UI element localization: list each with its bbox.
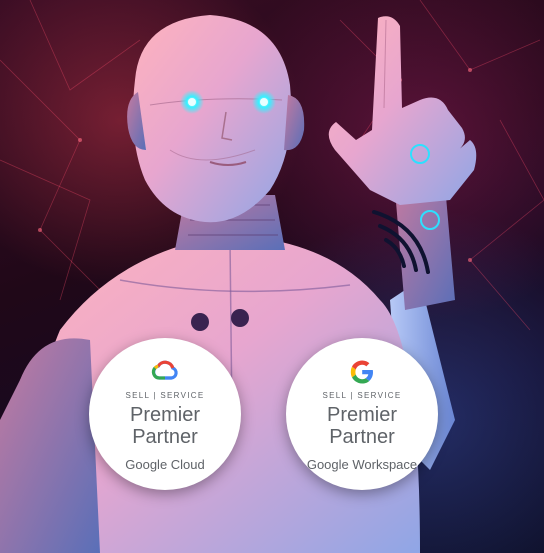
google-cloud-logo-icon xyxy=(151,360,178,380)
badge-tier: Premier Partner xyxy=(286,404,438,448)
google-cloud-premier-partner-badge: SELL | SERVICE Premier Partner Google Cl… xyxy=(89,338,241,490)
robot-illustration xyxy=(0,0,544,553)
google-workspace-premier-partner-badge: SELL | SERVICE Premier Partner Google Wo… xyxy=(286,338,438,490)
robot-left-arm xyxy=(0,338,100,553)
google-g-logo-icon xyxy=(350,360,373,384)
robot-hand-pointing xyxy=(328,16,477,206)
badge-tier: Premier Partner xyxy=(89,404,241,448)
hero-image: SELL | SERVICE Premier Partner Google Cl… xyxy=(0,0,544,553)
badge-tier-line2: Partner xyxy=(329,426,395,448)
badge-tier-line2: Partner xyxy=(132,426,198,448)
badge-product: Google Workspace xyxy=(306,457,418,472)
badge-tier-line1: Premier xyxy=(129,404,200,426)
badge-tier-line1: Premier xyxy=(326,404,397,426)
badge-product: Google Cloud xyxy=(125,457,205,472)
robot-head xyxy=(132,15,292,223)
badge-eyebrow: SELL | SERVICE xyxy=(322,391,402,400)
badge-eyebrow: SELL | SERVICE xyxy=(125,391,205,400)
